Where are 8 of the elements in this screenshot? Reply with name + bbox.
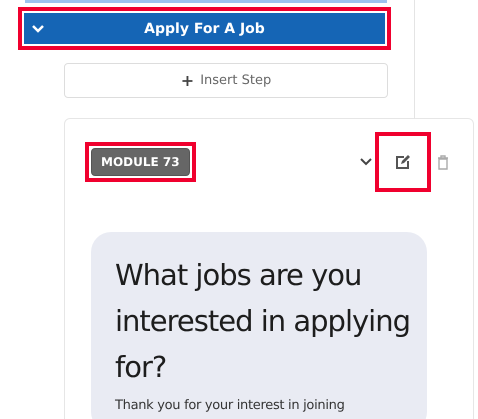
step-header[interactable]: Apply For A Job	[24, 13, 385, 44]
step-title: Apply For A Job	[143, 20, 266, 36]
insert-step-button[interactable]: + Insert Step	[64, 63, 388, 98]
chevron-icon[interactable]	[359, 157, 373, 167]
edit-icon[interactable]	[395, 154, 411, 170]
question-text: What jobs are you interested in applying for?	[115, 257, 412, 386]
message-text: Thank you for your interest in joining	[115, 398, 346, 413]
module-badge: MODULE 73	[91, 148, 190, 176]
